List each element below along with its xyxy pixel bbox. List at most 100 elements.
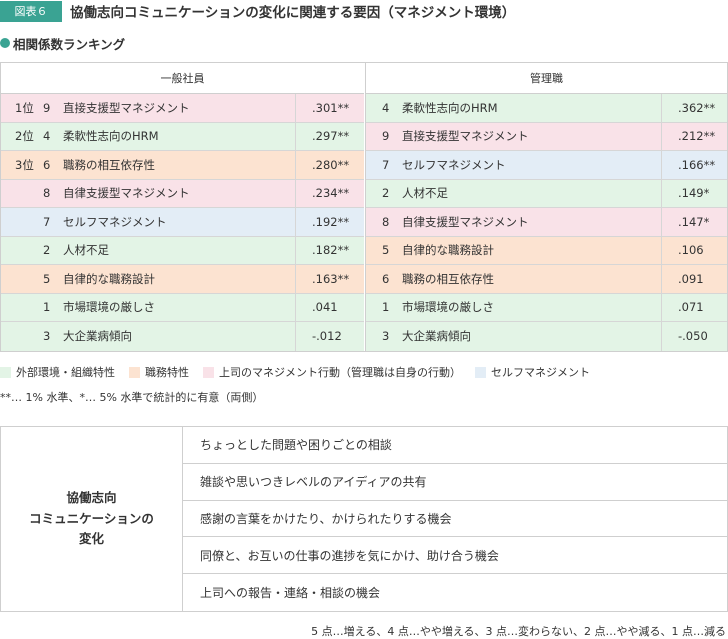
item-label: セルフマネジメント xyxy=(402,157,506,172)
item-label: 自律支援型マネジメント xyxy=(63,186,190,201)
correlation-value: .106 xyxy=(661,236,727,264)
ranking-item: 5 自律的な職務設計 xyxy=(366,237,494,265)
change-label: 協働志向 コミュニケーションの 変化 xyxy=(1,427,183,611)
ranking-column-staff: 一般社員 1位 9 直接支援型マネジメント .301** 2位 4 柔軟性志向のHRM .29… xyxy=(1,63,364,351)
subtitle-text: 相関係数ランキング xyxy=(13,36,126,52)
rank-label: 1位 xyxy=(15,100,34,115)
legend-label: 上司のマネジメント行動（管理職は自身の行動） xyxy=(219,366,461,379)
rank-label: 3位 xyxy=(15,157,34,172)
correlation-value: .182** xyxy=(295,236,364,264)
ranking-row: 3 大企業病傾向 -.012 xyxy=(1,322,364,351)
ranking-item: 4 柔軟性志向のHRM xyxy=(366,94,498,122)
item-number: 4 xyxy=(382,100,390,115)
item-label: 職務の相互依存性 xyxy=(402,271,494,286)
correlation-value: .091 xyxy=(661,265,727,293)
item-label: 市場環境の厳しさ xyxy=(402,300,494,315)
ranking-item: 8 自律支援型マネジメント xyxy=(1,180,190,208)
item-number: 9 xyxy=(43,100,51,115)
figure-badge: 図表６ xyxy=(0,0,62,22)
correlation-value: .041 xyxy=(295,293,364,321)
change-item: 感謝の言葉をかけたり、かけられたりする機会 xyxy=(183,501,727,538)
item-number: 6 xyxy=(382,271,390,286)
figure-title: 協働志向コミュニケーションの変化に関連する要因（マネジメント環境） xyxy=(70,5,516,21)
rank-label: 2位 xyxy=(15,129,34,144)
ranking-row: 2 人材不足 .149* xyxy=(366,179,727,208)
ranking-item: 3位 6 職務の相互依存性 xyxy=(1,151,155,179)
item-number: 8 xyxy=(382,214,390,229)
correlation-value: .166** xyxy=(661,151,727,179)
item-label: 直接支援型マネジメント xyxy=(63,100,190,115)
change-label-line: 変化 xyxy=(78,531,104,547)
ranking-row: 6 職務の相互依存性 .091 xyxy=(366,265,727,294)
ranking-item: 3 大企業病傾向 xyxy=(1,322,132,351)
correlation-value: -.050 xyxy=(661,322,727,351)
item-label: 柔軟性志向のHRM xyxy=(402,100,498,115)
item-number: 1 xyxy=(382,300,390,315)
legend-label: 外部環境・組織特性 xyxy=(16,366,115,379)
item-number: 3 xyxy=(43,329,51,344)
item-label: 自律的な職務設計 xyxy=(63,271,155,286)
ranking-row: 7 セルフマネジメント .166** xyxy=(366,151,727,180)
item-number: 1 xyxy=(43,300,51,315)
section-subtitle: 相関係数ランキング xyxy=(0,34,125,52)
legend-swatch xyxy=(0,366,11,378)
ranking-row: 3位 6 職務の相互依存性 .280** xyxy=(1,151,364,180)
item-number: 6 xyxy=(43,157,51,172)
change-item: 同僚と、お互いの仕事の進捗を気にかけ、助け合う機会 xyxy=(183,537,727,575)
item-number: 9 xyxy=(382,129,390,144)
ranking-row: 3 大企業病傾向 -.050 xyxy=(366,322,727,351)
item-number: 5 xyxy=(43,271,51,286)
item-label: セルフマネジメント xyxy=(63,214,167,229)
correlation-value: .234** xyxy=(295,179,364,207)
significance-note: **… 1% 水準、*… 5% 水準で統計的に有意（両側） xyxy=(0,391,264,404)
item-number: 3 xyxy=(382,329,390,344)
correlation-value: .149* xyxy=(661,179,727,207)
item-number: 2 xyxy=(382,186,390,201)
item-number: 5 xyxy=(382,243,390,258)
item-number: 7 xyxy=(382,157,390,172)
legend-swatch xyxy=(475,366,486,378)
ranking-item: 2位 4 柔軟性志向のHRM xyxy=(1,123,159,151)
ranking-row: 7 セルフマネジメント .192** xyxy=(1,208,364,237)
ranking-column-managers: 管理職 4 柔軟性志向のHRM .362** 9 直接支援型マネジメント .212** 7 セ… xyxy=(365,63,727,351)
correlation-value: .362** xyxy=(661,94,727,122)
ranking-row: 8 自律支援型マネジメント .147* xyxy=(366,208,727,237)
category-legend: 外部環境・組織特性 職務特性 上司のマネジメント行動（管理職は自身の行動） セルフマネ… xyxy=(0,364,604,380)
legend-label: セルフマネジメント xyxy=(491,366,590,379)
item-number: 7 xyxy=(43,214,51,229)
ranking-item: 9 直接支援型マネジメント xyxy=(366,123,529,151)
ranking-item: 1位 9 直接支援型マネジメント xyxy=(1,94,190,122)
ranking-item: 2 人材不足 xyxy=(366,180,448,208)
ranking-row: 4 柔軟性志向のHRM .362** xyxy=(366,94,727,123)
column-header-managers: 管理職 xyxy=(366,63,727,94)
bullet-dot-icon xyxy=(0,38,10,48)
item-label: 自律支援型マネジメント xyxy=(402,214,529,229)
change-table: 協働志向 コミュニケーションの 変化 ちょっとした問題や困りごとの相談 雑談や思いつき… xyxy=(0,426,728,612)
ranking-row: 2 人材不足 .182** xyxy=(1,236,364,265)
legend-item: 上司のマネジメント行動（管理職は自身の行動） xyxy=(203,364,461,380)
correlation-value: -.012 xyxy=(295,322,364,351)
legend-label: 職務特性 xyxy=(145,366,189,379)
change-items: ちょっとした問題や困りごとの相談 雑談や思いつきレベルのアイディアの共有 感謝の言葉… xyxy=(183,427,727,611)
ranking-item: 7 セルフマネジメント xyxy=(1,208,167,236)
ranking-item: 2 人材不足 xyxy=(1,237,109,265)
item-label: 市場環境の厳しさ xyxy=(63,300,155,315)
item-label: 自律的な職務設計 xyxy=(402,243,494,258)
ranking-item: 1 市場環境の厳しさ xyxy=(366,294,494,322)
item-label: 職務の相互依存性 xyxy=(63,157,155,172)
ranking-item: 7 セルフマネジメント xyxy=(366,151,506,179)
correlation-value: .280** xyxy=(295,151,364,179)
change-label-line: コミュニケーションの xyxy=(29,510,154,526)
item-number: 2 xyxy=(43,243,51,258)
correlation-value: .192** xyxy=(295,208,364,236)
ranking-table: 一般社員 1位 9 直接支援型マネジメント .301** 2位 4 柔軟性志向のHRM .29… xyxy=(0,62,728,352)
legend-item: 職務特性 xyxy=(129,364,189,380)
ranking-item: 8 自律支援型マネジメント xyxy=(366,208,529,236)
correlation-value: .301** xyxy=(295,94,364,122)
ranking-row: 5 自律的な職務設計 .163** xyxy=(1,265,364,294)
ranking-row: 8 自律支援型マネジメント .234** xyxy=(1,179,364,208)
change-item: 雑談や思いつきレベルのアイディアの共有 xyxy=(183,464,727,501)
ranking-item: 5 自律的な職務設計 xyxy=(1,265,155,293)
ranking-row: 2位 4 柔軟性志向のHRM .297** xyxy=(1,122,364,151)
ranking-row: 1 市場環境の厳しさ .041 xyxy=(1,293,364,322)
